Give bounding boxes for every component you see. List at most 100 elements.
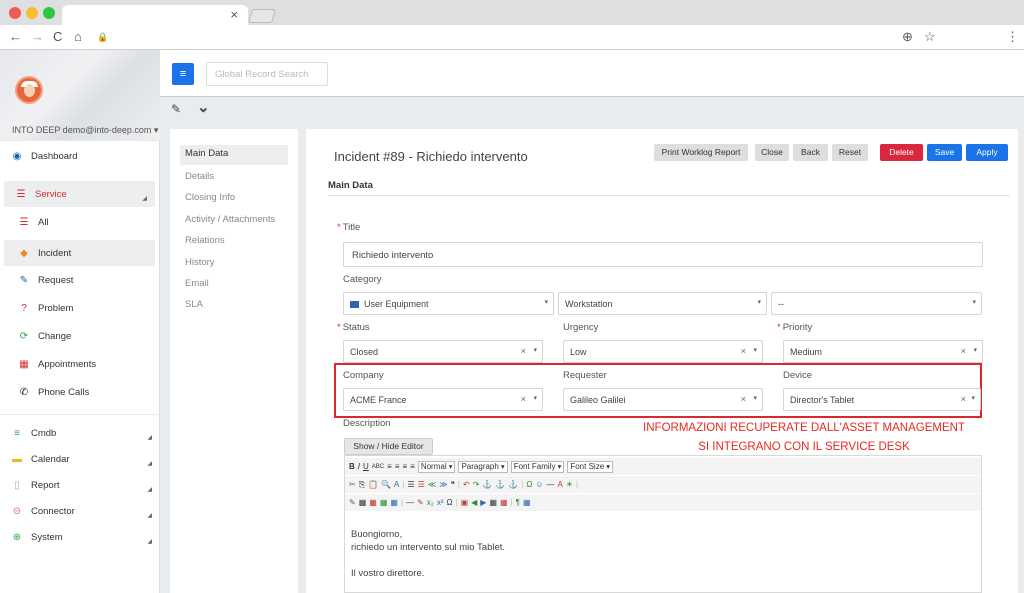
editor-tool-icon[interactable]: ☰ [407, 480, 414, 489]
menu-toggle-button[interactable]: ≡ [172, 63, 194, 85]
editor-tool-icon[interactable]: x₂ [427, 498, 434, 507]
section-nav-details[interactable]: Details [185, 171, 214, 182]
editor-tool-icon[interactable]: ≫ [439, 480, 447, 489]
zoom-icon[interactable]: ⊕ [902, 29, 913, 45]
sidebar-item-all[interactable]: ☰ All [0, 209, 160, 235]
editor-tool-icon[interactable]: ↶ [463, 480, 470, 489]
section-nav-email[interactable]: Email [185, 278, 209, 289]
format-select[interactable]: Normal ▾ [417, 460, 456, 473]
align-right-icon[interactable]: ≡ [402, 462, 407, 471]
sidebar-item-report[interactable]: ▯ Report ◢ [0, 472, 160, 498]
reload-icon[interactable]: C [53, 29, 62, 44]
editor-tool-icon[interactable]: ◀ [471, 498, 477, 507]
editor-tool-icon[interactable]: ▦ [489, 498, 497, 507]
editor-tool-icon[interactable]: Ω [447, 498, 453, 507]
italic-icon[interactable]: I [358, 462, 360, 471]
editor-tool-icon[interactable]: ❝ [451, 480, 455, 489]
maximize-window-button[interactable] [43, 7, 55, 19]
section-nav-main-data[interactable]: Main Data [180, 145, 288, 165]
editor-tool-icon[interactable]: A [394, 480, 399, 489]
section-nav-history[interactable]: History [185, 257, 215, 268]
minimize-window-button[interactable] [26, 7, 38, 19]
editor-tool-icon[interactable]: ✎ [417, 498, 424, 507]
sidebar-item-request[interactable]: ✎ Request [0, 267, 160, 293]
priority-select[interactable]: Medium × ▾ [783, 340, 983, 363]
editor-tool-icon[interactable]: Ω [526, 480, 532, 489]
category-field-3[interactable]: -- ▾ [771, 292, 982, 315]
editor-tool-icon[interactable]: ▦ [390, 498, 398, 507]
bookmark-star-icon[interactable]: ☆ [924, 29, 936, 45]
sidebar-item-appointments[interactable]: ▦ Appointments [0, 351, 160, 377]
device-select[interactable]: Director's Tablet × ▾ [783, 388, 981, 411]
sidebar-item-problem[interactable]: ? Problem [0, 295, 160, 321]
editor-tool-icon[interactable]: 📋 [368, 480, 378, 489]
reset-button[interactable]: Reset [832, 144, 868, 161]
align-center-icon[interactable]: ≡ [395, 462, 400, 471]
section-nav-relations[interactable]: Relations [185, 235, 225, 246]
back-button[interactable]: Back [793, 144, 828, 161]
new-tab-button[interactable] [248, 9, 276, 23]
chevron-down-icon[interactable]: ⌄ [197, 98, 210, 116]
section-nav-closing-info[interactable]: Closing Info [185, 192, 235, 203]
editor-tool-icon[interactable]: ☀ [566, 480, 573, 489]
editor-tool-icon[interactable]: ▦ [500, 498, 508, 507]
strikethrough-icon[interactable]: ABC [372, 464, 384, 470]
delete-button[interactable]: Delete [880, 144, 923, 161]
sidebar-item-service[interactable]: ☰ Service ◢ [4, 181, 155, 207]
editor-tool-icon[interactable]: ✂ [349, 480, 356, 489]
editor-tool-icon[interactable]: — [547, 480, 555, 489]
sidebar-item-cmdb[interactable]: ≡ Cmdb ◢ [0, 420, 160, 446]
urgency-select[interactable]: Low × ▾ [563, 340, 763, 363]
avatar[interactable] [15, 76, 43, 104]
sidebar-item-system[interactable]: ⊕ System ◢ [0, 524, 160, 550]
status-select[interactable]: Closed × ▾ [343, 340, 543, 363]
company-select[interactable]: ACME France × ▾ [343, 388, 543, 411]
editor-tool-icon[interactable]: ⚓ [482, 480, 492, 489]
print-worklog-report-button[interactable]: Print Worklog Report [654, 144, 748, 161]
category-field-2[interactable]: Workstation ▾ [558, 292, 767, 315]
editor-tool-icon[interactable]: ▶ [480, 498, 486, 507]
paragraph-select[interactable]: Paragraph ▾ [458, 460, 508, 473]
sidebar-item-connector[interactable]: ⊝ Connector ◢ [0, 498, 160, 524]
editor-tool-icon[interactable]: ▦ [523, 498, 531, 507]
close-tab-icon[interactable]: × [230, 7, 238, 22]
browser-menu-icon[interactable]: ⋮ [1006, 29, 1019, 45]
description-editor[interactable]: B I U ABC ≡ ≡ ≡ ≡ Normal ▾ Paragraph ▾ F… [344, 455, 982, 593]
editor-tool-icon[interactable]: x² [437, 498, 444, 507]
toggle-editor-button[interactable]: Show / Hide Editor [344, 438, 433, 455]
editor-tool-icon[interactable]: 🔍 [381, 480, 391, 489]
editor-tool-icon[interactable]: ▣ [461, 498, 469, 507]
font-size-select[interactable]: Font Size ▾ [567, 460, 613, 473]
editor-tool-icon[interactable]: ⚓ [495, 480, 505, 489]
editor-tool-icon[interactable]: ▦ [380, 498, 388, 507]
back-icon[interactable]: ← [9, 29, 22, 44]
editor-tool-icon[interactable]: A [558, 480, 563, 489]
editor-tool-icon[interactable]: ▦ [359, 498, 367, 507]
edit-icon[interactable]: ✎ [171, 102, 181, 116]
apply-button[interactable]: Apply [966, 144, 1008, 161]
editor-tool-icon[interactable]: ☺ [535, 480, 543, 489]
section-nav-sla[interactable]: SLA [185, 299, 203, 310]
editor-tool-icon[interactable]: ✎ [349, 498, 356, 507]
editor-tool-icon[interactable]: ☰ [418, 480, 425, 489]
sidebar-item-incident[interactable]: ◆ Incident [4, 240, 155, 266]
sidebar-item-calendar[interactable]: ▬ Calendar ◢ [0, 446, 160, 472]
close-button[interactable]: Close [755, 144, 789, 161]
sidebar-item-dashboard[interactable]: ◉ Dashboard [0, 143, 160, 169]
save-button[interactable]: Save [927, 144, 962, 161]
editor-tool-icon[interactable]: ≪ [428, 480, 436, 489]
category-field-1[interactable]: User Equipment ▾ [343, 292, 554, 315]
close-window-button[interactable] [9, 7, 21, 19]
home-icon[interactable]: ⌂ [74, 29, 82, 44]
editor-tool-icon[interactable]: ⚓ [508, 480, 518, 489]
browser-tab[interactable]: × [62, 5, 248, 26]
title-field[interactable]: Richiedo intervento [343, 242, 983, 267]
user-menu[interactable]: INTO DEEP demo@into-deep.com ▾ [12, 125, 158, 136]
editor-tool-icon[interactable]: ▦ [369, 498, 377, 507]
font-family-select[interactable]: Font Family ▾ [510, 460, 565, 473]
editor-tool-icon[interactable]: ¶ [516, 498, 520, 507]
requester-select[interactable]: Galileo Galilei × ▾ [563, 388, 763, 411]
section-nav-activity[interactable]: Activity / Attachments [185, 214, 275, 225]
editor-tool-icon[interactable]: — [406, 498, 414, 507]
align-left-icon[interactable]: ≡ [387, 462, 392, 471]
